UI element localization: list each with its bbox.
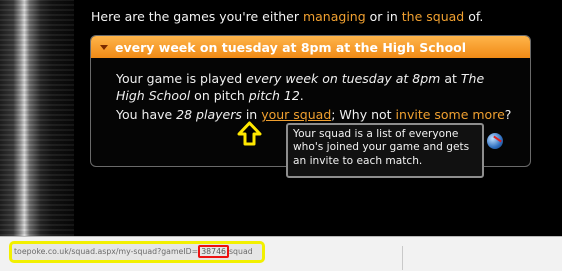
intro-text: Here are the games you're either xyxy=(91,9,303,24)
intro-text-suffix: of. xyxy=(464,9,484,24)
game-schedule-text: Your game is played every week on tuesda… xyxy=(116,70,496,104)
games-intro: Here are the games you're either managin… xyxy=(91,9,483,24)
your-squad-link[interactable]: your squad xyxy=(261,107,331,122)
squad-text-4: ? xyxy=(504,107,512,122)
schedule-text-1: Your game is played xyxy=(116,71,247,86)
background-image-strip xyxy=(0,0,74,236)
game-panel-header[interactable]: every week on tuesday at 8pm at the High… xyxy=(91,36,530,58)
collapse-caret-icon[interactable] xyxy=(100,44,108,50)
squad-text-2: in xyxy=(241,107,262,122)
squad-tooltip: Your squad is a list of everyone who's j… xyxy=(286,123,484,178)
globe-icon[interactable] xyxy=(487,133,503,149)
schedule-pitch: pitch 12 xyxy=(248,88,300,103)
managing-link[interactable]: managing xyxy=(303,9,366,24)
status-url: toepoke.co.uk/squad.aspx/my-squad?gameID… xyxy=(9,241,265,263)
squad-text-3: ; Why not xyxy=(331,107,396,122)
squad-summary: You have 28 players in your squad; Why n… xyxy=(116,107,511,122)
game-id-highlight: 38746 xyxy=(198,245,229,258)
schedule-text-2: at xyxy=(440,71,461,86)
schedule-when: every week on tuesday at 8pm xyxy=(246,71,441,86)
up-arrow-annotation xyxy=(237,121,262,146)
status-url-text: toepoke.co.uk/squad.aspx/my-squad?gameID… xyxy=(14,247,199,256)
invite-more-link[interactable]: invite some more xyxy=(396,107,505,122)
squad-text-1: You have xyxy=(116,107,177,122)
player-count: 28 players xyxy=(176,107,242,122)
schedule-text-4: . xyxy=(299,88,304,103)
intro-text-middle: or in xyxy=(365,9,402,24)
status-url-suffix: squad xyxy=(229,247,253,256)
squad-link[interactable]: the squad xyxy=(402,9,464,24)
status-bar-divider xyxy=(402,246,403,270)
game-title: every week on tuesday at 8pm at the High… xyxy=(115,39,467,55)
schedule-text-3: on pitch xyxy=(190,88,249,103)
